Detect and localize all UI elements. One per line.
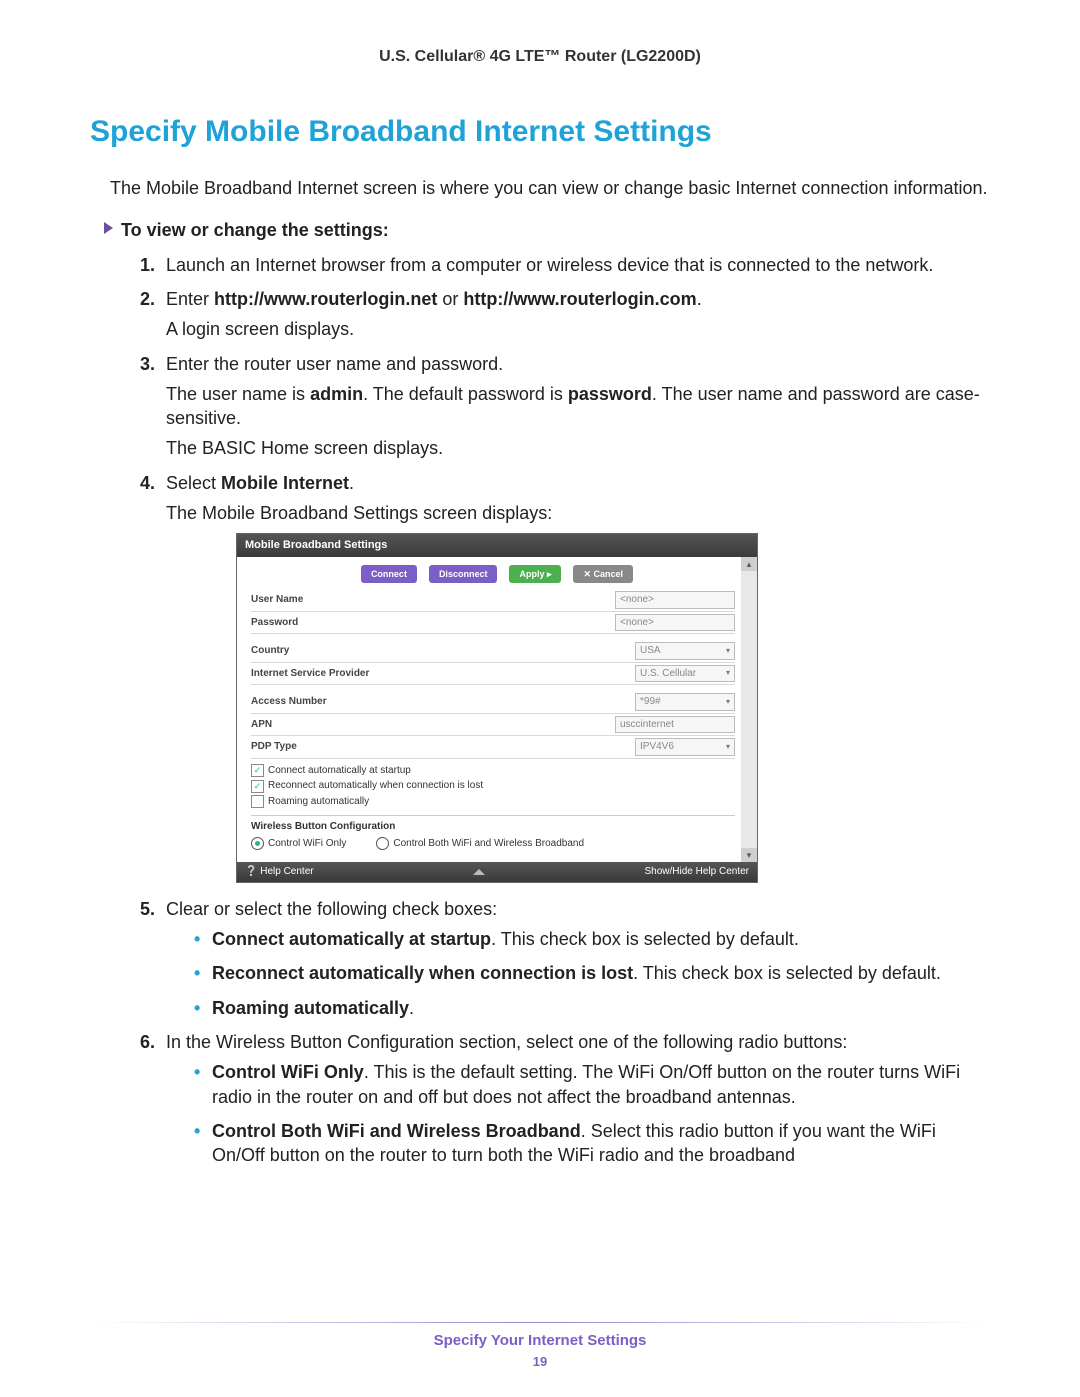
- apn-field[interactable]: usccinternet: [615, 716, 735, 734]
- country-select[interactable]: USA▾: [635, 642, 735, 660]
- doc-header: U.S. Cellular® 4G LTE™ Router (LG2200D): [90, 46, 990, 68]
- footer-chapter: Specify Your Internet Settings: [90, 1331, 990, 1351]
- procedure-heading: To view or change the settings:: [104, 218, 990, 242]
- step-3: 3. Enter the router user name and passwo…: [142, 352, 990, 461]
- radio-wifi-broadband[interactable]: Control Both WiFi and Wireless Broadband: [376, 837, 584, 851]
- apn-label: APN: [251, 718, 615, 732]
- radio-wifi-only[interactable]: Control WiFi Only: [251, 837, 346, 851]
- step-6: 6. In the Wireless Button Configuration …: [142, 1030, 990, 1167]
- disconnect-button[interactable]: Disconnect: [429, 565, 498, 583]
- bullet-reconnect: Reconnect automatically when connection …: [194, 961, 990, 985]
- scroll-down-icon[interactable]: ▾: [741, 848, 757, 862]
- bullet-connect-startup: Connect automatically at startup. This c…: [194, 927, 990, 951]
- country-label: Country: [251, 644, 635, 658]
- username-field[interactable]: <none>: [615, 591, 735, 609]
- check-reconnect[interactable]: ✓Reconnect automatically when connection…: [251, 778, 735, 794]
- help-center-link[interactable]: ❔ Help Center: [245, 865, 314, 879]
- page-number: 19: [90, 1353, 990, 1371]
- radio-icon: [251, 837, 264, 850]
- username-label: User Name: [251, 593, 615, 607]
- pdp-label: PDP Type: [251, 740, 635, 754]
- scrollbar[interactable]: ▴ ▾: [741, 557, 757, 862]
- arrow-icon: [104, 222, 113, 234]
- password-field[interactable]: <none>: [615, 614, 735, 632]
- connect-button[interactable]: Connect: [361, 565, 417, 583]
- step-4: 4. Select Mobile Internet. The Mobile Br…: [142, 471, 990, 883]
- step-5: 5. Clear or select the following check b…: [142, 897, 990, 1020]
- embedded-screenshot: Mobile Broadband Settings ▴ ▾ Connect Di…: [236, 533, 758, 882]
- checkbox-icon: ✓: [251, 764, 264, 777]
- isp-select[interactable]: U.S. Cellular▾: [635, 665, 735, 683]
- bullet-wifi-broadband: Control Both WiFi and Wireless Broadband…: [194, 1119, 990, 1168]
- step-4-text: Select Mobile Internet.: [166, 473, 354, 493]
- isp-label: Internet Service Provider: [251, 667, 635, 681]
- footer-rule: [90, 1322, 990, 1323]
- cancel-button[interactable]: ✕ Cancel: [573, 565, 633, 583]
- apply-button[interactable]: Apply ▸: [509, 565, 561, 583]
- page-footer: Specify Your Internet Settings 19: [90, 1322, 990, 1371]
- step-1-text: Launch an Internet browser from a comput…: [166, 255, 933, 275]
- access-select[interactable]: *99#▾: [635, 693, 735, 711]
- section-intro: The Mobile Broadband Internet screen is …: [90, 176, 990, 200]
- checkbox-icon: [251, 795, 264, 808]
- step-1: 1. Launch an Internet browser from a com…: [142, 253, 990, 277]
- section-heading: Specify Mobile Broadband Internet Settin…: [90, 112, 990, 153]
- show-hide-help[interactable]: Show/Hide Help Center: [645, 865, 750, 879]
- step-3-result: The BASIC Home screen displays.: [166, 436, 990, 460]
- check-connect-startup[interactable]: ✓Connect automatically at startup: [251, 763, 735, 779]
- step-2-text: Enter http://www.routerlogin.net or http…: [166, 289, 702, 309]
- step-3-note: The user name is admin. The default pass…: [166, 382, 990, 431]
- step-2-sub: A login screen displays.: [166, 317, 990, 341]
- chevron-down-icon: ▾: [726, 697, 730, 708]
- pdp-select[interactable]: IPV4V6▾: [635, 738, 735, 756]
- access-label: Access Number: [251, 695, 635, 709]
- chevron-down-icon: ▾: [726, 646, 730, 657]
- bullet-roaming: Roaming automatically.: [194, 996, 990, 1020]
- checkbox-icon: ✓: [251, 780, 264, 793]
- expand-icon[interactable]: [473, 869, 485, 875]
- check-roaming[interactable]: Roaming automatically: [251, 794, 735, 810]
- radio-icon: [376, 837, 389, 850]
- step-4-sub: The Mobile Broadband Settings screen dis…: [166, 501, 990, 525]
- chevron-down-icon: ▾: [726, 742, 730, 753]
- step-3-text: Enter the router user name and password.: [166, 354, 503, 374]
- password-label: Password: [251, 616, 615, 630]
- embed-titlebar: Mobile Broadband Settings: [237, 534, 757, 557]
- step-6-text: In the Wireless Button Configuration sec…: [166, 1032, 847, 1052]
- step-5-text: Clear or select the following check boxe…: [166, 899, 497, 919]
- scroll-up-icon[interactable]: ▴: [741, 557, 757, 571]
- procedure-label: To view or change the settings:: [121, 218, 389, 242]
- step-2: 2. Enter http://www.routerlogin.net or h…: [142, 287, 990, 342]
- bullet-wifi-only: Control WiFi Only. This is the default s…: [194, 1060, 990, 1109]
- chevron-down-icon: ▾: [726, 668, 730, 679]
- wbc-heading: Wireless Button Configuration: [251, 815, 735, 834]
